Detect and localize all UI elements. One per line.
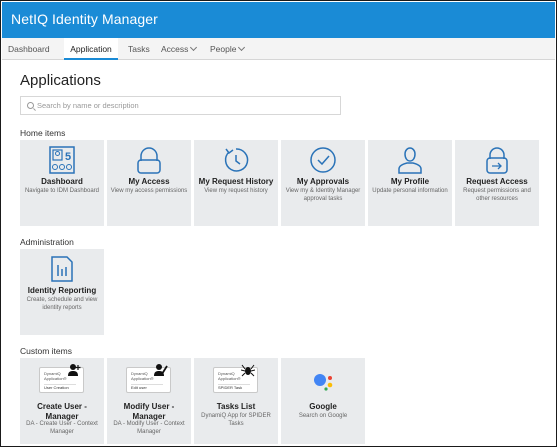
chevron-down-icon (190, 43, 198, 52)
tile-description: Request permissions and other resources (463, 188, 531, 202)
tile-tasks-list[interactable]: DynamiQ Application® SPIDER Task Tasks L… (194, 358, 278, 444)
tile-dashboard[interactable]: 5 Dashboard Navigate to IDM Dashboard (20, 140, 104, 226)
tile-my-approvals[interactable]: My Approvals View my & Identity Manager … (281, 140, 365, 226)
tile-description: View my request history (204, 188, 268, 194)
google-assistant-icon (314, 374, 333, 391)
tile-title: Dashboard (41, 177, 83, 186)
nav-tab-access[interactable]: Access (161, 38, 198, 60)
app-card: DynamiQ Application® User Creation (39, 364, 84, 393)
user-edit-icon (154, 364, 168, 376)
dashboard-icon: 5 (49, 146, 75, 174)
tile-title: Tasks List (216, 402, 256, 411)
tile-google[interactable]: Google Search on Google (281, 358, 365, 444)
search-box (20, 96, 341, 115)
report-icon (51, 256, 73, 282)
nav-tab-people[interactable]: People (210, 38, 246, 60)
section-home-items: Home items (20, 128, 66, 138)
search-input[interactable] (37, 99, 327, 112)
section-custom-items: Custom items (20, 346, 72, 356)
tile-my-profile[interactable]: My Profile Update personal information (368, 140, 452, 226)
nav-tab-dashboard[interactable]: Dashboard (8, 38, 50, 60)
lock-icon (137, 147, 161, 174)
tile-title: My Request History (198, 177, 274, 186)
tile-my-access[interactable]: My Access View my access permissions (107, 140, 191, 226)
tile-description: View my access permissions (110, 188, 188, 194)
svg-text:5: 5 (65, 151, 71, 163)
tile-description: Navigate to IDM Dashboard (24, 188, 100, 194)
tile-title: My Approvals (296, 177, 350, 186)
tile-my-request-history[interactable]: My Request History View my request histo… (194, 140, 278, 226)
tile-title: Request Access (466, 177, 528, 186)
user-add-icon (68, 364, 81, 376)
app-window: NetIQ Identity Manager Dashboard Applica… (0, 0, 557, 447)
tile-title: Create User - Manager (37, 402, 87, 421)
app-title: NetIQ Identity Manager (11, 11, 158, 27)
tile-title: Google (309, 402, 337, 411)
app-card: DynamiQ Application® Edit user (126, 364, 171, 393)
request-lock-icon (486, 147, 508, 174)
tile-description: Create, schedule and view identity repor… (26, 297, 98, 311)
check-circle-icon (310, 147, 336, 173)
tile-description: View my & Identity Manager approval task… (285, 188, 361, 202)
section-administration: Administration (20, 237, 74, 247)
app-card: DynamiQ Application® SPIDER Task (213, 364, 258, 393)
history-icon (224, 148, 249, 172)
tile-title: Modify User - Manager (123, 402, 175, 421)
tile-description: DynamiQ App for SPIDER Tasks (201, 413, 271, 427)
top-bar: NetIQ Identity Manager (2, 2, 555, 38)
tile-title: Identity Reporting (27, 286, 97, 295)
tile-modify-user-manager[interactable]: DynamiQ Application® Edit user Modify Us… (107, 358, 191, 444)
tile-create-user-manager[interactable]: DynamiQ Application® User Creation Creat… (20, 358, 104, 444)
nav-tab-people-label: People (210, 44, 237, 54)
page-title: Applications (20, 72, 101, 89)
app-card-caption: User Creation (44, 384, 76, 391)
person-icon (398, 147, 422, 174)
nav-tab-access-label: Access (161, 44, 189, 54)
tile-title: My Profile (390, 177, 430, 186)
app-card-caption: SPIDER Task (218, 384, 250, 391)
search-icon (27, 102, 34, 109)
tile-description: Update personal information (372, 188, 448, 194)
tile-description: Search on Google (298, 413, 348, 419)
chevron-down-icon (238, 43, 246, 52)
tile-description: DA - Create User - Context Manager (26, 421, 98, 435)
nav-tab-application[interactable]: Application (64, 38, 118, 60)
main-navigation: Dashboard Application Tasks Access Peopl… (2, 38, 555, 60)
tile-request-access[interactable]: Request Access Request permissions and o… (455, 140, 539, 226)
nav-tab-tasks[interactable]: Tasks (128, 38, 150, 60)
spider-icon (241, 364, 255, 377)
tile-identity-reporting[interactable]: Identity Reporting Create, schedule and … (20, 249, 104, 335)
tile-title: My Access (128, 177, 170, 186)
tile-description: DA - Modify User - Context Manager (113, 421, 185, 435)
app-card-caption: Edit user (131, 384, 163, 391)
